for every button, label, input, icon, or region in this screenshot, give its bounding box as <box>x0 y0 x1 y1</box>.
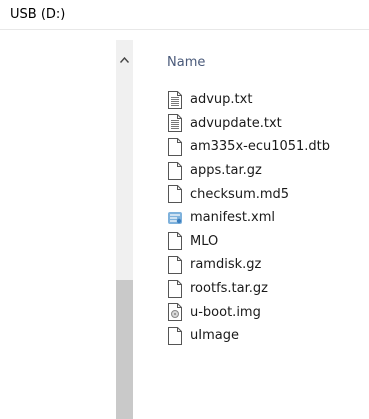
blank-file-icon <box>167 279 183 298</box>
address-path: USB (D:) <box>10 7 66 22</box>
blank-file-icon <box>167 185 183 204</box>
file-name: ramdisk.gz <box>190 257 262 273</box>
file-name: uImage <box>190 328 239 344</box>
address-bar[interactable]: USB (D:) <box>0 0 369 30</box>
list-item[interactable]: am335x-ecu1051.dtb <box>167 135 330 159</box>
list-item[interactable]: advup.txt <box>167 88 330 112</box>
list-item[interactable]: ramdisk.gz <box>167 253 330 277</box>
chevron-up-icon <box>120 57 129 63</box>
scrollbar[interactable] <box>116 40 133 419</box>
navigation-pane <box>0 30 116 419</box>
blank-file-icon <box>167 232 183 251</box>
blank-file-icon <box>167 255 183 274</box>
image-file-icon <box>167 303 183 322</box>
file-name: u-boot.img <box>190 304 261 320</box>
blank-file-icon <box>167 161 183 180</box>
blank-file-icon <box>167 137 183 156</box>
xml-file-icon <box>167 209 183 227</box>
text-file-icon <box>167 90 183 109</box>
file-list: advup.txt advupdate.txt am335x-ecu1051.d… <box>167 88 330 348</box>
scroll-up-button[interactable] <box>116 50 133 70</box>
list-item[interactable]: advupdate.txt <box>167 112 330 136</box>
blank-file-icon <box>167 326 183 345</box>
list-item[interactable]: uImage <box>167 324 330 348</box>
file-name: checksum.md5 <box>190 186 290 202</box>
list-item[interactable]: rootfs.tar.gz <box>167 277 330 301</box>
file-name: am335x-ecu1051.dtb <box>190 139 331 155</box>
file-name: manifest.xml <box>190 210 276 226</box>
text-file-icon <box>167 114 183 133</box>
file-name: apps.tar.gz <box>190 163 262 179</box>
list-item[interactable]: checksum.md5 <box>167 182 330 206</box>
list-item[interactable]: u-boot.img <box>167 300 330 324</box>
list-item[interactable]: MLO <box>167 230 330 254</box>
list-item[interactable]: manifest.xml <box>167 206 330 230</box>
file-name: advupdate.txt <box>190 115 282 131</box>
scroll-thumb[interactable] <box>116 280 133 419</box>
file-name: advup.txt <box>190 92 253 108</box>
list-item[interactable]: apps.tar.gz <box>167 159 330 183</box>
file-name: MLO <box>190 233 219 249</box>
file-name: rootfs.tar.gz <box>190 281 268 297</box>
column-header-name[interactable]: Name <box>167 55 205 70</box>
